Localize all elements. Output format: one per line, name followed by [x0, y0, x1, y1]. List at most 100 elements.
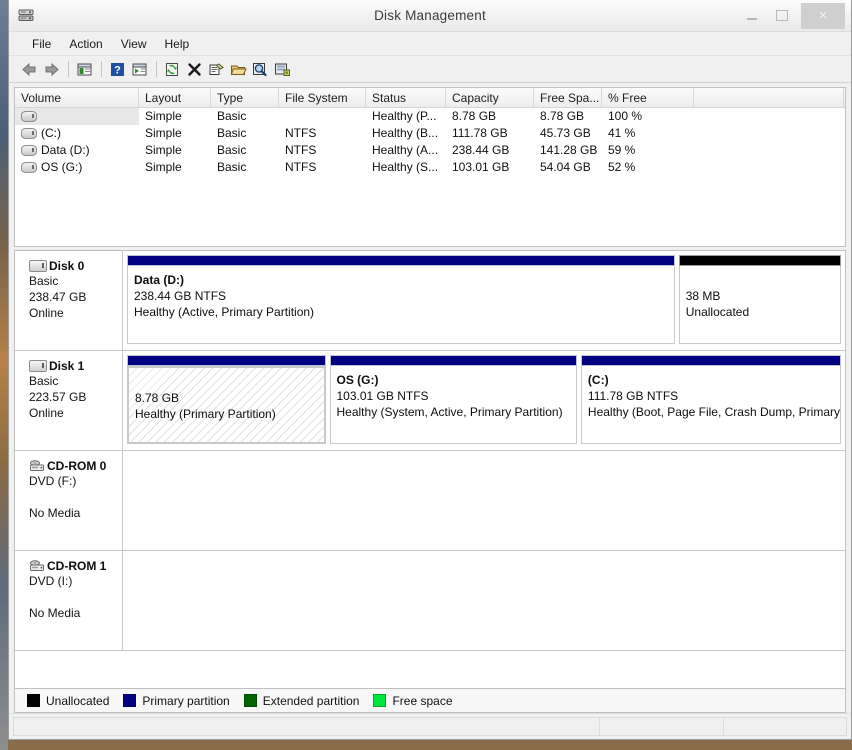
disk-name-label: CD-ROM 1 — [47, 559, 107, 573]
table-row[interactable]: (C:) Simple Basic NTFS Healthy (B... 111.78 G… — [15, 125, 845, 142]
table-row[interactable]: Data (D:) Simple Basic NTFS Healthy (A... 238… — [15, 142, 845, 159]
partition-color-bar — [580, 355, 841, 366]
partition-details: (C:) 111.78 GB NTFS Healthy (Boot, Page Fi… — [580, 366, 841, 444]
disk-info-spacer — [29, 589, 122, 605]
menu-item-help[interactable]: Help — [156, 35, 199, 53]
disk-row-cd-rom-0[interactable]: CD-ROM 0 DVD (F:) No Media — [15, 451, 845, 551]
magnifier-icon[interactable] — [250, 59, 270, 79]
hard-disk-icon — [29, 360, 47, 372]
show-hide-action-pane-icon[interactable] — [129, 59, 149, 79]
properties-icon[interactable] — [206, 59, 226, 79]
cell-layout: Simple — [145, 143, 182, 157]
cell-volume: OS (G:) — [41, 160, 83, 174]
legend-swatch — [27, 694, 40, 707]
partition-block[interactable]: OS (G:) 103.01 GB NTFS Healthy (System, Ac… — [329, 355, 577, 444]
cell-percent_free: 41 % — [608, 126, 636, 140]
menu-item-view[interactable]: View — [112, 35, 156, 53]
cell-free_space: 45.73 GB — [540, 126, 591, 140]
minimize-button[interactable] — [737, 5, 767, 27]
partition-size: 111.78 GB NTFS — [587, 389, 679, 403]
legend-label: Primary partition — [142, 693, 230, 708]
disk-info-panel[interactable]: Disk 0 Basic 238.47 GB Online — [15, 251, 123, 350]
cell-status: Healthy (B... — [372, 126, 439, 140]
disk-info-line3: No Media — [29, 606, 81, 620]
partition-block[interactable]: 38 MB Unallocated — [678, 255, 841, 344]
maximize-button[interactable] — [767, 5, 797, 27]
column-header-type[interactable]: Type — [211, 88, 279, 107]
legend-item: Extended partition — [243, 694, 359, 708]
table-row[interactable]: Simple Basic Healthy (P... 8.78 GB 8.78 GB 10… — [15, 108, 845, 125]
disk-info-panel[interactable]: Disk 1 Basic 223.57 GB Online — [15, 351, 123, 450]
delete-icon[interactable] — [184, 59, 204, 79]
legend-swatch — [243, 694, 257, 707]
disk-info-line1: Basic — [29, 274, 59, 288]
show-hide-console-tree-icon[interactable] — [74, 59, 94, 79]
legend-swatch — [123, 694, 137, 707]
disk-info-line3: Online — [29, 306, 64, 320]
disk-no-partitions-area — [123, 551, 845, 650]
cell-layout: Simple — [145, 160, 182, 174]
volume-icon — [21, 111, 37, 122]
disk-info-panel[interactable]: CD-ROM 0 DVD (F:) No Media — [15, 451, 123, 550]
menu-item-action[interactable]: Action — [60, 35, 111, 53]
disk-partition-area: 8.78 GB Healthy (Primary Partition) OS (G:… — [123, 351, 845, 450]
table-row[interactable]: OS (G:) Simple Basic NTFS Healthy (S... 103.0… — [15, 159, 845, 176]
status-cell-2 — [599, 717, 723, 736]
forward-arrow-icon[interactable] — [41, 59, 61, 79]
disk-title: Disk 1 — [29, 359, 122, 373]
disk-info-spacer — [29, 489, 122, 505]
partition-status: Healthy (System, Active, Primary Partiti… — [336, 405, 563, 419]
disk-row-cd-rom-1[interactable]: CD-ROM 1 DVD (I:) No Media — [15, 551, 845, 651]
column-header-blank[interactable] — [694, 88, 844, 107]
toolbar-separator — [156, 61, 157, 77]
column-header-capacity[interactable]: Capacity — [446, 88, 534, 107]
partition-title: (C:) — [587, 373, 609, 387]
column-header-layout[interactable]: Layout — [139, 88, 211, 107]
title-bar: Disk Management × — [9, 0, 851, 32]
partition-color-bar — [678, 255, 841, 266]
volume-icon — [21, 145, 37, 156]
help-icon[interactable]: ? — [107, 59, 127, 79]
status-cell-1 — [13, 717, 599, 736]
disk-title: CD-ROM 1 — [29, 559, 122, 573]
column-header-file-system[interactable]: File System — [279, 88, 366, 107]
menu-item-file[interactable]: File — [23, 35, 60, 53]
back-arrow-icon[interactable] — [19, 59, 39, 79]
window-controls: × — [737, 2, 851, 29]
rescan-disks-icon[interactable] — [272, 59, 292, 79]
disk-management-window: Disk Management × File Action View Help — [8, 0, 852, 740]
disk-row-disk-0[interactable]: Disk 0 Basic 238.47 GB Online Data (D:) 238.4… — [15, 251, 845, 351]
disk-info-panel[interactable]: CD-ROM 1 DVD (I:) No Media — [15, 551, 123, 650]
partition-title — [686, 272, 840, 288]
partition-block[interactable]: Data (D:) 238.44 GB NTFS Healthy (Active, … — [127, 255, 675, 344]
cell-layout: Simple — [145, 109, 182, 123]
close-button[interactable]: × — [801, 2, 845, 29]
disk-info-line2: 223.57 GB — [29, 390, 87, 404]
volume-list-body[interactable]: Simple Basic Healthy (P... 8.78 GB 8.78 GB 10… — [15, 108, 845, 176]
disk-info-line1: DVD (I:) — [29, 574, 73, 588]
partition-block[interactable]: (C:) 111.78 GB NTFS Healthy (Boot, Page Fi… — [580, 355, 841, 444]
toolbar: ? — [9, 56, 851, 83]
column-header-free-spa[interactable]: Free Spa... — [534, 88, 602, 107]
partition-title — [135, 374, 324, 390]
partition-block[interactable]: 8.78 GB Healthy (Primary Partition) — [127, 355, 326, 444]
cell-type: Basic — [217, 126, 247, 140]
column-header-status[interactable]: Status — [366, 88, 446, 107]
column-header-volume[interactable]: Volume — [15, 88, 139, 107]
cell-free_space: 8.78 GB — [540, 109, 585, 123]
partition-size: 38 MB — [685, 289, 721, 303]
cell-capacity: 111.78 GB — [452, 126, 508, 140]
disk-row-disk-1[interactable]: Disk 1 Basic 223.57 GB Online 8.78 GB Health… — [15, 351, 845, 451]
refresh-icon[interactable] — [162, 59, 182, 79]
open-icon[interactable] — [228, 59, 248, 79]
cell-status: Healthy (A... — [372, 143, 439, 157]
svg-text:?: ? — [114, 64, 121, 76]
cell-capacity: 103.01 GB — [452, 160, 510, 174]
volume-list-pane[interactable]: Volume Layout Type File System Status Capacit… — [14, 87, 846, 247]
menu-bar: File Action View Help — [9, 32, 851, 56]
status-bar — [9, 713, 851, 739]
cell-status: Healthy (P... — [372, 109, 437, 123]
legend-item: Free space — [373, 694, 453, 708]
column-header-free[interactable]: % Free — [602, 88, 694, 107]
disk-graphical-pane[interactable]: Disk 0 Basic 238.47 GB Online Data (D:) 238.4… — [14, 250, 846, 689]
